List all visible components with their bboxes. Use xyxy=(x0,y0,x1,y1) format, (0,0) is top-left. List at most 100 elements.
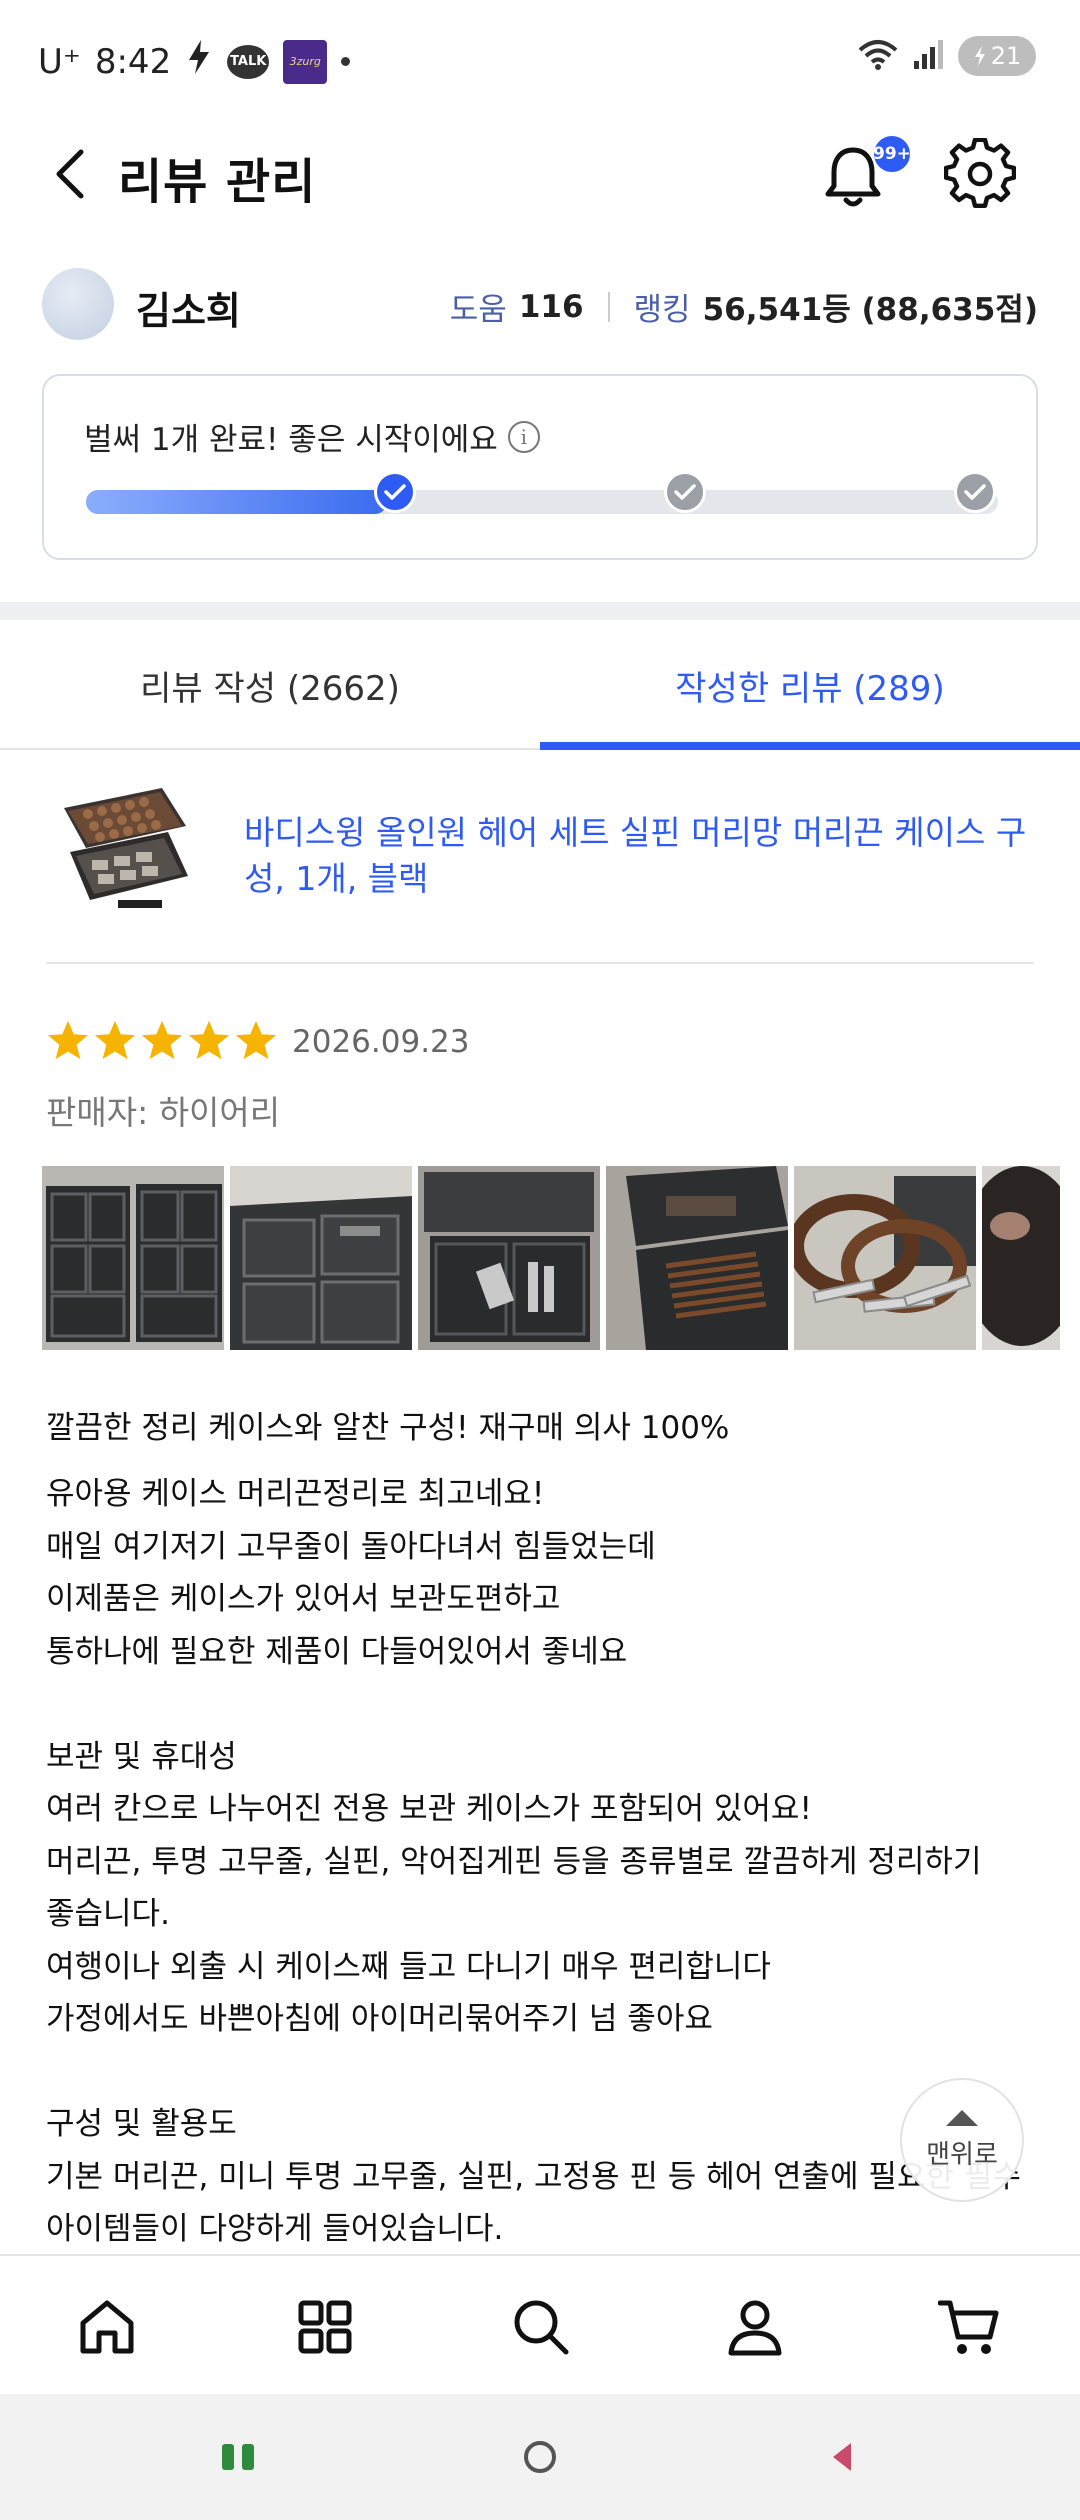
review-body-line: 기본 머리끈, 미니 투명 고무줄, 실핀, 고정용 핀 등 헤어 연출에 필요… xyxy=(46,2158,1021,2195)
nav-my-page-button[interactable] xyxy=(720,2292,790,2362)
info-icon[interactable]: i xyxy=(507,420,540,453)
home-icon xyxy=(80,2300,134,2354)
system-home-button[interactable] xyxy=(510,2432,570,2482)
progress-fill xyxy=(86,490,387,514)
arrow-up-icon xyxy=(946,2109,978,2126)
back-triangle-icon xyxy=(833,2443,851,2471)
progress-track xyxy=(86,471,998,514)
nav-cart-button[interactable] xyxy=(934,2292,1004,2362)
review-body-line: 통하나에 필요한 제품이 다들어있어서 좋네요 xyxy=(46,1633,628,1670)
star-icon xyxy=(47,1020,89,1060)
review-body-line: 유아용 케이스 머리끈정리로 최고네요! xyxy=(46,1476,545,1512)
app-header: 리뷰 관리 99+ xyxy=(0,120,1080,228)
notification-count-badge: 99+ xyxy=(872,134,912,174)
wifi-icon xyxy=(856,36,900,76)
product-row[interactable]: 바디스윙 올인원 헤어 세트 실핀 머리망 머리끈 케이스 구성, 1개, 블랙 xyxy=(0,752,1080,964)
review-body-line: 좋습니다. xyxy=(46,1896,170,1932)
review-photo[interactable] xyxy=(982,1166,1060,1350)
search-icon xyxy=(514,2300,569,2355)
help-label: 도움 xyxy=(449,292,507,328)
review-photo[interactable] xyxy=(794,1166,976,1350)
review-photo[interactable] xyxy=(606,1166,788,1350)
status-left: U⁺ 8:42 TALK 3zurg xyxy=(38,38,351,85)
step-1-check-icon xyxy=(374,471,416,513)
scroll-to-top-button[interactable]: 맨위로 xyxy=(900,2078,1024,2202)
app-notification-icon: 3zurg xyxy=(283,39,328,84)
review-headline: 깔끔한 정리 케이스와 알찬 구성! 재구매 의사 100% xyxy=(46,1410,730,1446)
review-body-line: 구성 및 활용도 xyxy=(46,2106,237,2142)
tab-written-reviews[interactable]: 작성한 리뷰 (289) xyxy=(540,620,1080,750)
recent-apps-button[interactable] xyxy=(208,2432,268,2482)
rating-stars xyxy=(46,1018,278,1062)
review-body-line: 여행이나 외출 시 케이스째 들고 다니기 매우 편리합니다 xyxy=(46,1948,771,1985)
nav-categories-button[interactable] xyxy=(290,2292,360,2362)
charging-bolt-icon xyxy=(185,38,213,85)
nav-home-button[interactable] xyxy=(72,2292,142,2362)
star-icon xyxy=(188,1020,230,1060)
star-icon xyxy=(94,1020,136,1060)
profile-stats: 도움 116 랭킹 56,541등 (88,635점) xyxy=(450,284,1038,329)
review-tabs: 리뷰 작성 (2662) 작성한 리뷰 (289) xyxy=(0,620,1080,750)
avatar[interactable] xyxy=(42,268,114,340)
stats-divider xyxy=(607,291,610,322)
cart-icon xyxy=(938,2300,999,2354)
status-right: 21 xyxy=(856,36,1036,76)
ranking-value: 56,541등 (88,635점) xyxy=(702,292,1038,328)
review-body-line: 이제품은 케이스가 있어서 보관도편하고 xyxy=(46,1581,561,1617)
settings-button[interactable] xyxy=(943,137,1017,210)
carrier-text: U⁺ xyxy=(38,41,81,82)
product-thumbnail[interactable] xyxy=(58,782,192,922)
bottom-navigation xyxy=(0,2254,1080,2394)
review-body-line: 매일 여기저기 고무줄이 돌아다녀서 힘들었는데 xyxy=(46,1528,656,1565)
scroll-to-top-label: 맨위로 xyxy=(926,2139,998,2170)
review-body: 유아용 케이스 머리끈정리로 최고네요! 매일 여기저기 고무줄이 돌아다녀서 힘… xyxy=(46,1468,1046,2256)
step-2-check-icon xyxy=(664,471,706,513)
chevron-left-icon xyxy=(56,149,84,199)
system-navigation-bar xyxy=(0,2394,1080,2520)
home-circle-icon xyxy=(524,2441,556,2473)
back-button[interactable] xyxy=(40,142,100,206)
review-photos xyxy=(42,1166,1060,1350)
battery-level: 21 xyxy=(990,42,1022,70)
profile-row: 김소희 도움 116 랭킹 56,541등 (88,635점) xyxy=(0,262,1080,348)
grid-icon xyxy=(298,2300,352,2354)
profile-name: 김소희 xyxy=(136,289,241,333)
review-body-spacer xyxy=(46,1678,1046,1731)
nav-search-button[interactable] xyxy=(506,2292,576,2362)
clock-text: 8:42 xyxy=(94,41,172,82)
active-tab-indicator xyxy=(540,742,1080,750)
product-title[interactable]: 바디스윙 올인원 헤어 세트 실핀 머리망 머리끈 케이스 구성, 1개, 블랙 xyxy=(244,810,1034,902)
person-icon xyxy=(728,2300,782,2356)
section-divider-band xyxy=(0,602,1080,620)
recent-apps-icon xyxy=(222,2444,254,2470)
review-photo[interactable] xyxy=(418,1166,600,1350)
review-body-line: 아이템들이 다양하게 들어있습니다. xyxy=(46,2211,504,2247)
battery-icon: 21 xyxy=(958,36,1036,76)
review-date: 2026.09.23 xyxy=(292,1024,470,1060)
page-title: 리뷰 관리 xyxy=(118,154,317,210)
status-bar: U⁺ 8:42 TALK 3zurg 21 xyxy=(0,0,1080,120)
talk-notification-icon: TALK xyxy=(227,44,270,79)
progress-card: 벌써 1개 완료! 좋은 시작이에요 i xyxy=(42,374,1038,560)
more-notifications-dot xyxy=(341,57,351,66)
signal-icon xyxy=(912,37,946,75)
review-body-line: 보관 및 휴대성 xyxy=(46,1738,237,1775)
help-value: 116 xyxy=(518,288,584,325)
star-icon xyxy=(235,1020,277,1060)
progress-message: 벌써 1개 완료! 좋은 시작이에요 xyxy=(84,422,498,458)
review-body-line: 여러 칸으로 나누어진 전용 보관 케이스가 포함되어 있어요! xyxy=(46,1791,812,1827)
system-back-button[interactable] xyxy=(812,2432,872,2482)
tab-write-review[interactable]: 리뷰 작성 (2662) xyxy=(0,620,540,750)
ranking-label: 랭킹 xyxy=(633,292,691,328)
progress-message-row: 벌써 1개 완료! 좋은 시작이에요 i xyxy=(84,414,540,459)
seller-name: 판매자: 하이어리 xyxy=(46,1093,281,1132)
review-photo[interactable] xyxy=(42,1166,224,1350)
product-divider xyxy=(46,962,1034,964)
notifications-button[interactable]: 99+ xyxy=(820,134,912,210)
step-3-check-icon xyxy=(954,471,996,513)
review-body-line: 머리끈, 투명 고무줄, 실핀, 악어집게핀 등을 종류별로 깔끔하게 정리하기 xyxy=(46,1843,982,1880)
review-body-line: 가정에서도 바쁜아침에 아이머리묶어주기 넘 좋아요 xyxy=(46,2001,713,2037)
star-icon xyxy=(141,1020,183,1060)
review-photo[interactable] xyxy=(230,1166,412,1350)
review-body-spacer xyxy=(46,2046,1046,2099)
